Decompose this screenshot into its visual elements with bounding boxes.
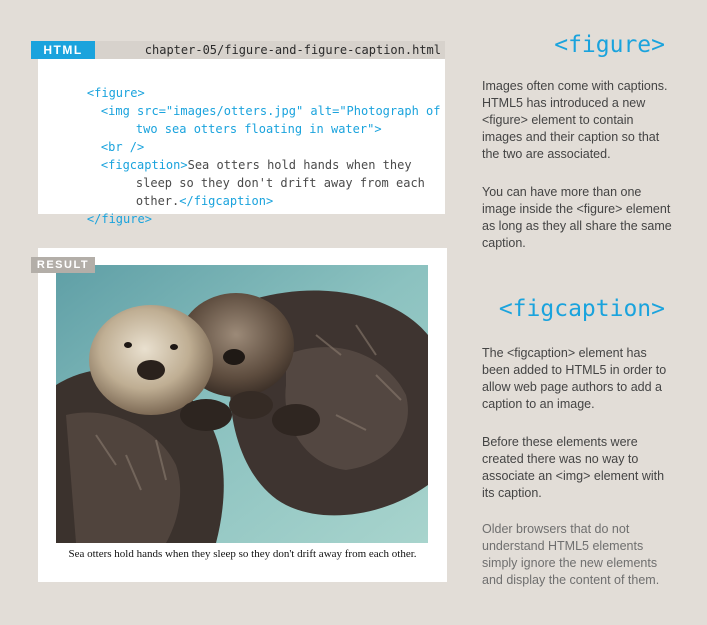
figure-paragraph-2: You can have more than one image inside … (482, 185, 672, 250)
code-token: </figcaption> (179, 194, 274, 208)
figcaption-paragraph-3: Older browsers that do not understand HT… (482, 522, 660, 587)
figcaption-heading: <figcaption> (498, 296, 665, 322)
otters-photo (56, 265, 428, 543)
figcaption-paragraph-2: Before these elements were created there… (482, 435, 665, 500)
code-language-tag: HTML (31, 41, 95, 59)
code-token: two sea otters floating in water"> (135, 122, 382, 136)
code-header-bar: HTML chapter-05/figure-and-figure-captio… (31, 41, 445, 59)
code-line-8: </figure> (58, 192, 152, 246)
figure-heading: <figure> (554, 32, 665, 58)
figcaption-paragraph-1: The <figcaption> element has been added … (482, 346, 667, 411)
figure-paragraph-1: Images often come with captions. HTML5 h… (482, 79, 668, 161)
otters-illustration (56, 265, 428, 543)
code-token: </figure> (86, 212, 152, 226)
code-listing: <figure> <img src="images/otters.jpg" al… (38, 59, 445, 226)
result-tag: RESULT (31, 257, 95, 273)
code-filename: chapter-05/figure-and-figure-caption.htm… (144, 43, 441, 57)
figure-caption: Sea otters hold hands when they sleep so… (68, 548, 417, 560)
